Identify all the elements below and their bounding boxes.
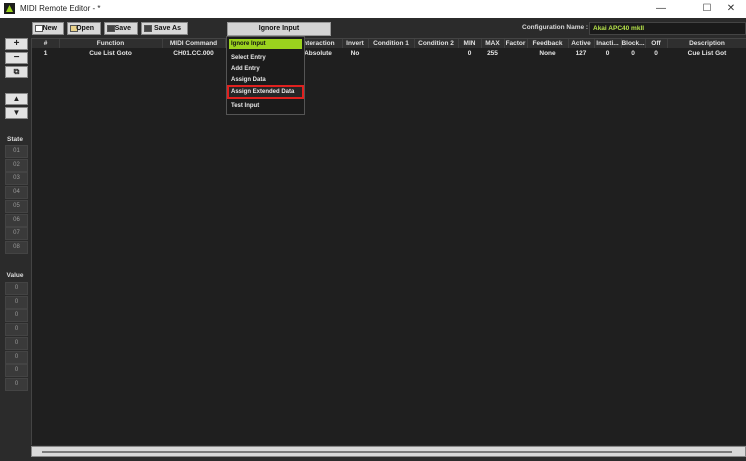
floppy-icon xyxy=(144,25,152,32)
table-row[interactable]: 1 Cue List Goto CH01.CC.000 Absolute No 0 255 N… xyxy=(32,49,746,59)
column-header-3[interactable]: MIDI Command xyxy=(162,39,226,48)
menu-item-assign-extended-data[interactable]: Assign Extended Data xyxy=(227,85,304,99)
column-header-12[interactable]: Feedback xyxy=(527,39,569,48)
sidebar: + − ⧉ ▲ ▼ State 01 02 03 04 05 06 07 08 Value 0… xyxy=(0,38,30,461)
value-cell-2[interactable]: 0 xyxy=(5,295,28,309)
close-button[interactable]: ✕ xyxy=(716,0,746,18)
menu-item-test-input[interactable]: Test Input xyxy=(229,101,302,111)
minimize-button[interactable]: — xyxy=(646,0,676,18)
table-cell-9: 0 xyxy=(467,50,472,57)
value-cell-4[interactable]: 0 xyxy=(5,323,28,337)
value-cell-6[interactable]: 0 xyxy=(5,350,28,364)
state-cell-6[interactable]: 06 xyxy=(5,213,28,227)
state-cell-8[interactable]: 08 xyxy=(5,240,28,254)
input-mode-menu: Ignore Input Select Entry Add Entry Assi… xyxy=(226,36,305,115)
value-cell-5[interactable]: 0 xyxy=(5,336,28,350)
state-cell-7[interactable]: 07 xyxy=(5,227,28,241)
value-cell-8[interactable]: 0 xyxy=(5,377,28,391)
add-entry-button[interactable]: + xyxy=(5,38,28,50)
config-name-field[interactable]: Akai APC40 mkII xyxy=(589,22,746,35)
state-cell-2[interactable]: 02 xyxy=(5,158,28,172)
menu-item-ignore-input[interactable]: Ignore Input xyxy=(229,39,302,49)
value-cell-1[interactable]: 0 xyxy=(5,282,28,295)
table-cell-13: 127 xyxy=(575,50,587,57)
menu-item-add-entry[interactable]: Add Entry xyxy=(229,64,302,74)
column-header-2[interactable]: Function xyxy=(59,39,163,48)
table-cell-14: 0 xyxy=(605,50,610,57)
column-header-6[interactable]: Invert xyxy=(342,39,369,48)
column-header-1[interactable]: # xyxy=(32,39,60,48)
table-cell-6: No xyxy=(350,50,360,57)
save-as-button[interactable]: Save As xyxy=(141,22,188,35)
menu-item-select-entry[interactable]: Select Entry xyxy=(229,53,302,63)
state-cell-1[interactable]: 01 xyxy=(5,145,28,158)
copy-entry-button[interactable]: ⧉ xyxy=(5,66,28,78)
move-down-button[interactable]: ▼ xyxy=(5,107,28,119)
table-cell-10: 255 xyxy=(487,50,498,57)
state-cell-3[interactable]: 03 xyxy=(5,172,28,186)
column-header-16[interactable]: Off xyxy=(645,39,668,48)
midi-mapping-table: # Function MIDI Command Interaction Invert Co… xyxy=(31,38,746,445)
window-title: MIDI Remote Editor - * xyxy=(20,4,101,13)
menu-item-assign-data[interactable]: Assign Data xyxy=(229,75,302,85)
table-cell-8 xyxy=(414,49,458,59)
table-cell-12: None xyxy=(539,50,556,57)
table-cell-17: Cue List Got xyxy=(687,50,727,57)
table-cell-2: Cue List Goto xyxy=(89,50,132,57)
scrollbar-thumb[interactable] xyxy=(42,451,732,453)
value-cell-3[interactable]: 0 xyxy=(5,309,28,323)
table-cell-11 xyxy=(504,49,527,59)
column-header-8[interactable]: Condition 2 xyxy=(414,39,459,48)
input-mode-dropdown[interactable]: Ignore Input xyxy=(227,22,331,36)
table-cell-16: 0 xyxy=(654,50,658,57)
table-cell-15: 0 xyxy=(631,50,635,57)
state-cell-5[interactable]: 05 xyxy=(5,199,28,213)
remove-entry-button[interactable]: − xyxy=(5,52,28,64)
table-cell-3: CH01.CC.000 xyxy=(173,50,214,57)
table-header: # Function MIDI Command Interaction Invert Co… xyxy=(32,39,746,48)
config-name-label: Configuration Name : xyxy=(522,24,589,31)
table-cell-7 xyxy=(368,49,414,59)
value-cell-7[interactable]: 0 xyxy=(5,364,28,378)
horizontal-scrollbar[interactable] xyxy=(31,446,746,457)
column-header-13[interactable]: Active xyxy=(568,39,595,48)
column-header-11[interactable]: Factor xyxy=(504,39,528,48)
column-header-17[interactable]: Description xyxy=(667,39,746,48)
table-cell-1: 1 xyxy=(43,50,48,57)
title-bar: MIDI Remote Editor - * — ☐ ✕ xyxy=(0,0,746,18)
column-header-10[interactable]: MAX xyxy=(481,39,505,48)
new-button[interactable]: New xyxy=(32,22,64,35)
column-header-15[interactable]: Block... xyxy=(621,39,646,48)
column-header-9[interactable]: MIN xyxy=(458,39,482,48)
open-button[interactable]: Open xyxy=(67,22,101,35)
save-button[interactable]: Save xyxy=(104,22,138,35)
move-up-button[interactable]: ▲ xyxy=(5,93,28,105)
column-header-7[interactable]: Condition 1 xyxy=(368,39,415,48)
app-logo-icon xyxy=(4,3,15,14)
state-cell-4[interactable]: 04 xyxy=(5,186,28,200)
state-label: State xyxy=(7,136,23,143)
value-label: Value xyxy=(6,272,24,279)
column-header-14[interactable]: Inacti... xyxy=(594,39,622,48)
